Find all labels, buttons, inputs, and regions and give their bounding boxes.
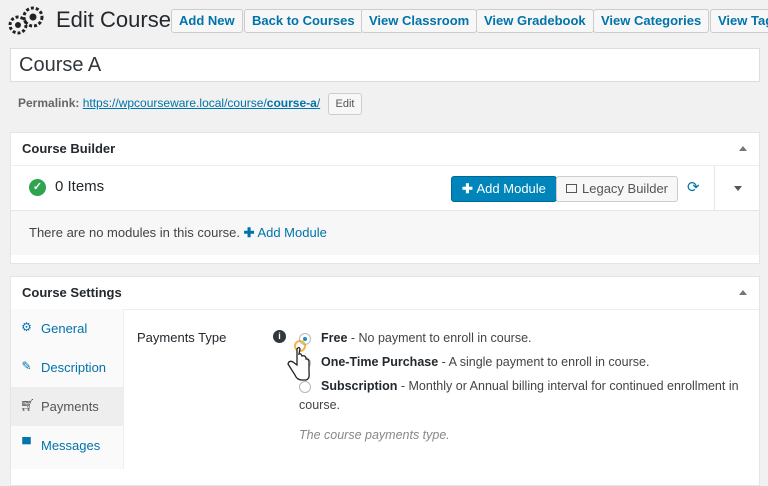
tab-messages[interactable]: ▀ Messages: [11, 426, 123, 465]
payments-help-text: The course payments type.: [299, 428, 450, 442]
payment-one-time-desc: - A single payment to enroll in course.: [438, 355, 650, 369]
view-categories-button[interactable]: View Categories: [593, 9, 710, 33]
course-settings-box: Course Settings ⚙ General ✎ Description …: [10, 276, 760, 486]
edit-icon: ✎: [21, 359, 32, 373]
tab-payments-label: Payments: [41, 399, 99, 414]
payment-one-time-name: One-Time Purchase: [321, 355, 439, 369]
permalink-row: Permalink: https://wpcourseware.local/co…: [18, 93, 363, 115]
payment-one-time-option: One-Time Purchase - A single payment to …: [321, 355, 649, 369]
course-settings-title: Course Settings: [22, 285, 122, 300]
speech-bubble-icon: ▀: [22, 437, 31, 451]
gear-icon: ⚙: [21, 320, 32, 334]
collapse-arrow-icon[interactable]: [739, 146, 747, 151]
payment-subscription-name: Subscription: [321, 379, 398, 393]
permalink-label: Permalink:: [18, 96, 80, 111]
refresh-icon[interactable]: ⟳: [687, 178, 700, 196]
tab-payments[interactable]: 🛒︎ Payments: [11, 387, 123, 426]
add-module-link-label: Add Module: [257, 225, 327, 240]
course-title-input[interactable]: Course A: [10, 48, 760, 82]
settings-tabs: ⚙ General ✎ Description 🛒︎ Payments ▀ Me…: [11, 309, 124, 469]
plus-icon: ✚: [243, 225, 255, 240]
course-settings-header[interactable]: Course Settings: [11, 277, 759, 310]
back-to-courses-button[interactable]: Back to Courses: [244, 9, 363, 33]
legacy-builder-label: Legacy Builder: [582, 181, 668, 196]
legacy-builder-button[interactable]: Legacy Builder: [556, 176, 678, 202]
chevron-down-icon[interactable]: [734, 186, 742, 191]
view-tag-button[interactable]: View Tag: [710, 9, 768, 33]
course-builder-box: Course Builder ✓ 0 Items ✚ Add Module Le…: [10, 132, 760, 264]
empty-modules-message: There are no modules in this course.: [29, 225, 240, 240]
payment-subscription-option: Subscription - Monthly or Annual billing…: [299, 377, 749, 415]
plus-icon: ✚: [462, 181, 477, 196]
check-circle-icon: ✓: [29, 179, 46, 196]
add-new-button[interactable]: Add New: [171, 9, 243, 33]
edit-permalink-button[interactable]: Edit: [327, 93, 363, 115]
permalink-url-base: https://wpcourseware.local/course/: [82, 96, 267, 111]
view-classroom-button[interactable]: View Classroom: [361, 9, 478, 33]
add-module-button[interactable]: ✚ Add Module: [451, 176, 557, 202]
tab-description-label: Description: [41, 360, 107, 375]
tab-messages-label: Messages: [41, 438, 101, 453]
view-gradebook-button[interactable]: View Gradebook: [476, 9, 594, 33]
tab-general-label: General: [41, 321, 88, 336]
payments-type-label: Payments Type: [137, 330, 227, 345]
items-count: 0 Items: [55, 178, 105, 195]
course-builder-title: Course Builder: [22, 141, 116, 156]
page-header: Edit Course Add New Back to Courses View…: [0, 0, 768, 44]
tab-general[interactable]: ⚙ General: [11, 309, 123, 348]
add-module-link[interactable]: ✚ Add Module: [244, 225, 327, 240]
toolbar-divider: [714, 166, 715, 210]
payment-free-name: Free: [321, 331, 348, 345]
payment-free-desc: - No payment to enroll in course.: [347, 331, 532, 345]
page-title: Edit Course: [56, 7, 171, 32]
tab-description[interactable]: ✎ Description: [11, 348, 123, 387]
course-builder-toolbar: ✓ 0 Items ✚ Add Module Legacy Builder ⟳: [11, 166, 759, 211]
list-icon: [566, 184, 577, 193]
payment-free-option: Free - No payment to enroll in course.: [321, 331, 532, 345]
empty-modules-text: There are no modules in this course. ✚ A…: [29, 225, 327, 241]
permalink-link[interactable]: https://wpcourseware.local/course/course…: [83, 96, 320, 110]
wpcourseware-logo: [8, 6, 44, 35]
add-module-label: Add Module: [476, 181, 546, 196]
hand-pointer-cursor-icon: [287, 340, 310, 381]
course-builder-header[interactable]: Course Builder: [11, 133, 759, 166]
collapse-arrow-icon[interactable]: [739, 290, 747, 295]
empty-modules-row: There are no modules in this course. ✚ A…: [11, 211, 759, 255]
permalink-slug: course-a: [266, 96, 317, 111]
cart-icon: 🛒︎: [20, 398, 36, 412]
permalink-url-end: /: [316, 96, 321, 111]
payments-settings-panel: Payments Type i Free - No payment to enr…: [123, 309, 759, 469]
